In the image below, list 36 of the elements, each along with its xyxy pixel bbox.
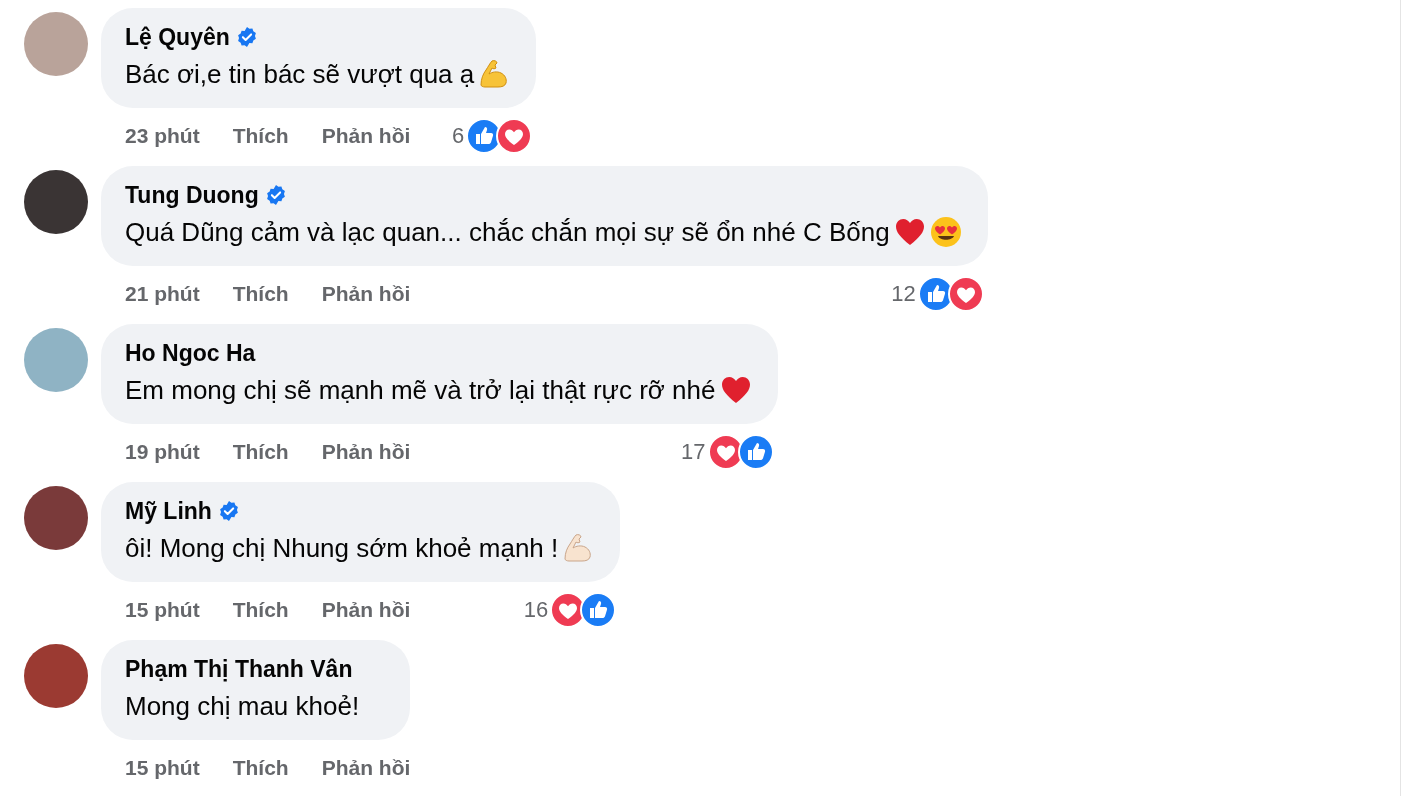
heart-emoji-icon <box>893 216 926 248</box>
like-link[interactable]: Thích <box>232 440 289 464</box>
reply-link[interactable]: Phản hồi <box>321 756 411 780</box>
like-link[interactable]: Thích <box>232 124 289 148</box>
comment-time[interactable]: 15 phút <box>125 598 200 622</box>
reply-link[interactable]: Phản hồi <box>321 598 411 622</box>
heart-emoji-icon <box>719 374 752 406</box>
commenter-name[interactable]: Mỹ Linh <box>125 497 212 525</box>
reaction-count[interactable]: 16 <box>523 597 549 623</box>
heart-reaction-icon <box>496 118 533 154</box>
commenter-name[interactable]: Lệ Quyên <box>125 23 230 51</box>
like-reaction-icon <box>580 592 617 628</box>
comment-time[interactable]: 23 phút <box>125 124 200 148</box>
reaction-count[interactable]: 6 <box>452 123 465 149</box>
commenter-name[interactable]: Tung Duong <box>125 181 259 209</box>
commenter-name[interactable]: Ho Ngoc Ha <box>125 339 256 367</box>
like-link[interactable]: Thích <box>232 282 289 306</box>
heart-reaction-icon <box>947 276 984 312</box>
reaction-count[interactable]: 12 <box>891 281 916 307</box>
comment-text: Em mong chị sẽ mạnh mẽ và trở lại thật rực rỡ nhé <box>125 374 716 406</box>
comment-time[interactable]: 19 phút <box>125 440 200 464</box>
commenter-name[interactable]: Phạm Thị Thanh Vân <box>125 655 353 683</box>
comment-text: Quá Dũng cảm và lạc quan... chắc chắn mọi sự sẽ ổn nhé C Bống <box>125 216 890 248</box>
heart-eyes-emoji-icon <box>929 216 962 248</box>
comment-text: Bác ơi,e tin bác sẽ vượt qua ạ <box>125 58 475 90</box>
reply-link[interactable]: Phản hồi <box>321 282 411 306</box>
like-link[interactable]: Thích <box>232 598 289 622</box>
comment-time[interactable]: 15 phút <box>125 756 200 780</box>
comment-time[interactable]: 21 phút <box>125 282 200 306</box>
comment-text: Mong chị mau khoẻ! <box>125 690 360 722</box>
comment-text: ôi! Mong chị Nhung sớm khoẻ mạnh ! <box>125 532 559 564</box>
reply-link[interactable]: Phản hồi <box>321 124 411 148</box>
reaction-count[interactable]: 17 <box>681 439 706 465</box>
like-reaction-icon <box>737 434 774 470</box>
reply-link[interactable]: Phản hồi <box>321 440 411 464</box>
like-link[interactable]: Thích <box>232 756 289 780</box>
